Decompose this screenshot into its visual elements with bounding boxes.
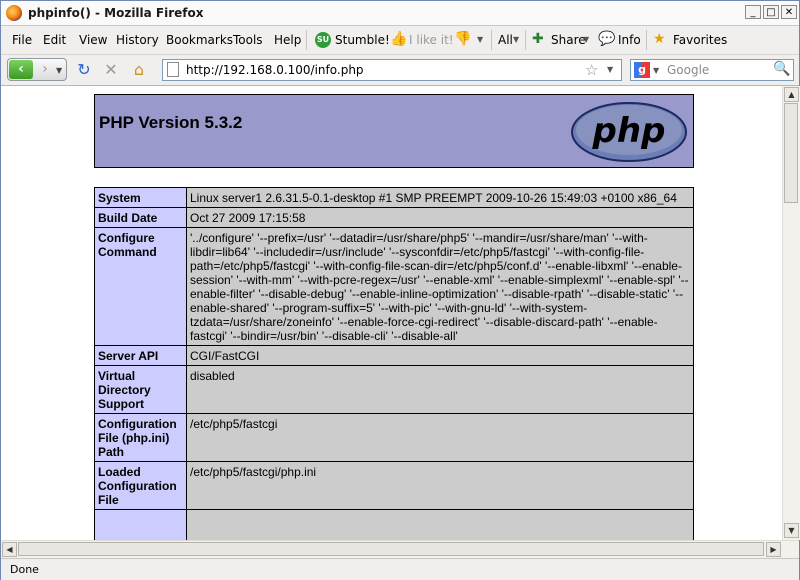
horizontal-scroll-thumb[interactable]: [18, 542, 764, 556]
info-bubble-icon: 💬: [598, 31, 616, 47]
row-key: [94, 509, 187, 540]
vertical-scroll-thumb[interactable]: [784, 103, 798, 203]
favorites-button[interactable]: Favorites: [673, 33, 727, 47]
php-version-header: PHP Version 5.3.2 php: [94, 94, 694, 168]
navigation-bar: ‹ › ▼ ↻ ✕ ⌂ http://192.168.0.100/info.ph…: [1, 55, 799, 86]
close-button[interactable]: ✕: [781, 5, 797, 19]
row-key: Loaded Configuration File: [94, 461, 187, 510]
menu-tools[interactable]: Tools: [233, 33, 263, 47]
title-bar[interactable]: phpinfo() - Mozilla Firefox _ □ ✕: [1, 1, 799, 26]
chevron-down-icon: ▼: [513, 35, 520, 44]
scroll-up-icon[interactable]: ▲: [784, 87, 799, 102]
window-title: phpinfo() - Mozilla Firefox: [28, 6, 204, 20]
address-bar[interactable]: http://192.168.0.100/info.php ☆ ▼: [162, 59, 622, 81]
url-input[interactable]: http://192.168.0.100/info.php: [186, 63, 364, 77]
table-row: Server API CGI/FastCGI: [94, 345, 694, 366]
status-text: Done: [10, 563, 39, 576]
row-value: '../configure' '--prefix=/usr' '--datadi…: [186, 227, 694, 346]
php-logo-text: php: [592, 111, 666, 151]
horizontal-scrollbar[interactable]: ◀ ▶: [1, 540, 799, 558]
row-key: Configure Command: [94, 227, 187, 346]
menu-history[interactable]: History: [116, 33, 159, 47]
toolbar-separator: [306, 30, 307, 50]
row-key: Build Date: [94, 207, 187, 228]
row-key: Virtual Directory Support: [94, 365, 187, 414]
chevron-down-icon: ▼: [583, 35, 590, 44]
table-row: Configuration File (php.ini) Path/etc/ph…: [94, 413, 694, 462]
stop-icon[interactable]: ✕: [101, 60, 121, 80]
search-icon[interactable]: 🔍: [773, 61, 790, 77]
toolbar-separator: [491, 30, 492, 50]
back-forward-group: ‹ › ▼: [7, 58, 67, 81]
search-input[interactable]: Google: [667, 63, 709, 77]
toolbar-separator: [646, 30, 647, 50]
all-dropdown[interactable]: All: [498, 33, 513, 47]
php-version-title: PHP Version 5.3.2: [99, 113, 243, 132]
info-button[interactable]: Info: [618, 33, 641, 47]
menu-view[interactable]: View: [79, 33, 107, 47]
home-icon[interactable]: ⌂: [129, 60, 149, 80]
stumbleupon-icon: SU: [315, 32, 331, 48]
phpinfo-table: System Linux server1 2.6.31.5-0.1-desktop…: [94, 187, 694, 540]
status-bar: Done: [1, 558, 799, 580]
google-icon[interactable]: g: [634, 62, 650, 78]
reload-icon[interactable]: ↻: [74, 60, 94, 80]
row-value: CGI/FastCGI: [186, 345, 694, 366]
menu-bar: File Edit View History Bookmarks Tools H…: [1, 26, 799, 55]
menu-file[interactable]: File: [12, 33, 32, 47]
minimize-button[interactable]: _: [745, 5, 761, 19]
menu-help[interactable]: Help: [274, 33, 301, 47]
scroll-left-icon[interactable]: ◀: [2, 542, 17, 557]
thumbs-down-icon[interactable]: 👎: [454, 31, 471, 47]
chevron-down-icon[interactable]: ▼: [477, 35, 483, 44]
row-value: /etc/php5/fastcgi/php.ini: [186, 461, 694, 510]
browser-window: phpinfo() - Mozilla Firefox _ □ ✕ File E…: [0, 0, 800, 580]
row-key: Configuration File (php.ini) Path: [94, 413, 187, 462]
table-row: [94, 509, 694, 540]
share-icon: ✚: [532, 31, 544, 47]
like-button[interactable]: I like it!: [409, 33, 454, 47]
menu-edit[interactable]: Edit: [43, 33, 66, 47]
row-key: Server API: [94, 345, 187, 366]
back-button[interactable]: ‹: [9, 60, 33, 79]
chevron-down-icon[interactable]: ▼: [607, 65, 613, 74]
row-value: Oct 27 2009 17:15:58: [186, 207, 694, 228]
vertical-scrollbar[interactable]: ▲ ▼: [782, 86, 800, 540]
forward-button[interactable]: ›: [36, 60, 54, 79]
table-row: System Linux server1 2.6.31.5-0.1-desktop…: [94, 187, 694, 208]
star-icon: ★: [653, 31, 666, 47]
table-row: Build Date Oct 27 2009 17:15:58: [94, 207, 694, 228]
search-box[interactable]: g ▼ Google 🔍: [630, 59, 794, 81]
scroll-down-icon[interactable]: ▼: [784, 523, 799, 538]
table-row: Configure Command '../configure' '--prefi…: [94, 227, 694, 346]
maximize-button[interactable]: □: [763, 5, 779, 19]
row-value: /etc/php5/fastcgi: [186, 413, 694, 462]
history-dropdown-icon[interactable]: ▼: [56, 66, 62, 75]
stumble-button[interactable]: Stumble!: [335, 33, 390, 47]
table-row: Loaded Configuration File/etc/php5/fastc…: [94, 461, 694, 510]
firefox-icon: [6, 5, 22, 21]
menu-bookmarks[interactable]: Bookmarks: [166, 33, 233, 47]
row-value: disabled: [186, 365, 694, 414]
row-key: System: [94, 187, 187, 208]
row-value: Linux server1 2.6.31.5-0.1-desktop #1 SM…: [186, 187, 694, 208]
row-value: [186, 509, 694, 540]
share-button[interactable]: Share: [551, 33, 586, 47]
thumbs-up-icon: 👍: [390, 31, 408, 47]
toolbar-separator: [525, 30, 526, 50]
php-logo: php: [571, 102, 687, 162]
page-viewport: PHP Version 5.3.2 php System Linux server…: [1, 86, 782, 540]
chevron-down-icon[interactable]: ▼: [653, 66, 659, 75]
bookmark-star-icon[interactable]: ☆: [585, 61, 598, 79]
page-icon: [167, 62, 179, 77]
scroll-right-icon[interactable]: ▶: [766, 542, 781, 557]
table-row: Virtual Directory Support disabled: [94, 365, 694, 414]
